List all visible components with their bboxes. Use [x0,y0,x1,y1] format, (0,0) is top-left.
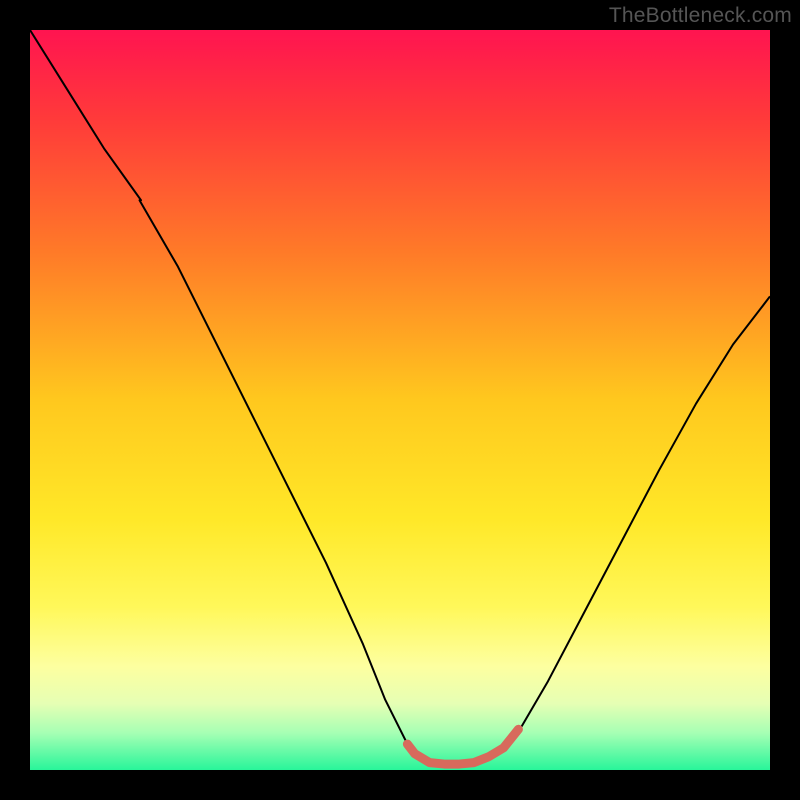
plot-area [30,30,770,770]
chart-frame: TheBottleneck.com [0,0,800,800]
gradient-background [30,30,770,770]
watermark-label: TheBottleneck.com [609,4,792,28]
chart-svg [30,30,770,770]
